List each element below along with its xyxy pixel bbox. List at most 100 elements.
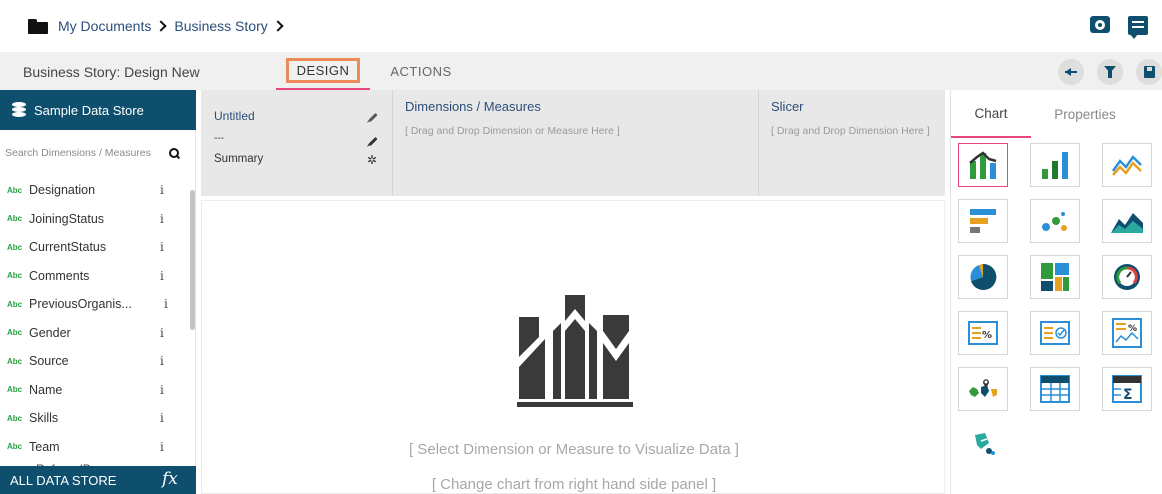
story-toolbar: Business Story: Design New DESIGN ACTION… [0,52,1162,91]
top-actions [1090,16,1148,39]
gear-icon[interactable]: ✲ [367,154,377,166]
tab-design-label: DESIGN [285,57,361,83]
chart-title[interactable]: Untitled [214,109,255,123]
message-icon[interactable] [1128,16,1148,39]
text-type-badge: Abc [7,299,23,309]
canvas-message-change: [ Change chart from right hand side pane… [431,476,717,493]
summary-label: Summary [214,153,264,165]
chart-canvas: [ Select Dimension or Measure to Visuali… [201,200,945,494]
filter-icon[interactable] [1097,59,1123,85]
slicer-drop-zone[interactable]: Slicer [ Drag and Drop Dimension Here ] [759,90,945,196]
info-icon[interactable]: i [160,411,164,425]
database-icon [12,102,26,118]
tab-actions[interactable]: ACTIONS [378,52,464,90]
tab-design[interactable]: DESIGN [276,52,370,90]
text-type-badge: Abc [7,442,23,452]
text-type-badge: Abc [7,328,23,338]
svg-text:%: % [982,330,992,341]
list-item[interactable]: Abc Designation i [0,176,190,205]
dimensions-title: Dimensions / Measures [405,99,541,114]
info-icon[interactable]: i [160,440,164,454]
save-icon[interactable] [1136,59,1162,85]
table-chart-icon[interactable] [1030,367,1080,411]
list-item[interactable]: Abc Skills i [0,404,190,433]
chart-config-strip: Untitled --- Summary ✲ Dimensions / Meas… [201,90,945,196]
info-icon[interactable]: i [160,183,164,197]
dimensions-drop-zone[interactable]: Dimensions / Measures [ Drag and Drop Di… [393,90,759,196]
kpi-percent-chart-icon[interactable]: % [958,311,1008,355]
list-item[interactable]: Abc Source i [0,347,190,376]
custom-chart-icon[interactable] [958,423,1008,467]
scrollbar-thumb[interactable] [190,190,195,330]
scatter-chart-icon[interactable] [1030,199,1080,243]
list-item[interactable]: Abc CurrentStatus i [0,233,190,262]
all-data-store-label: ALL DATA STORE [10,472,117,488]
info-icon[interactable]: i [164,297,168,311]
slicer-title: Slicer [771,99,804,114]
breadcrumb-my-documents[interactable]: My Documents [58,18,151,34]
field-name: Comments [29,268,90,283]
field-name: Source [29,354,69,369]
text-type-badge: Abc [7,271,23,281]
search-icon[interactable] [169,147,180,159]
line-chart-icon[interactable] [1102,143,1152,187]
gauge-chart-icon[interactable] [1102,255,1152,299]
field-name: Team [29,439,60,454]
data-store-name: Sample Data Store [34,102,144,118]
chevron-right-icon [155,20,168,32]
formula-fx-icon[interactable]: fx [162,469,178,489]
story-actions [1058,59,1162,85]
field-name: Skills [29,411,59,426]
horizontal-bar-chart-icon[interactable] [958,199,1008,243]
edit-title-pencil-icon[interactable] [368,112,378,123]
bar-chart-icon[interactable] [1030,143,1080,187]
field-name: PreviousOrganis... [29,297,132,312]
list-item[interactable]: Abc Comments i [0,262,190,291]
folder-icon[interactable] [28,18,48,34]
list-item[interactable]: Abc PreviousOrganis... i [0,290,190,319]
search-input[interactable] [5,147,168,159]
combination-chart-icon[interactable] [958,143,1008,187]
kpi-target-chart-icon[interactable] [1030,311,1080,355]
camera-icon[interactable] [1090,16,1110,33]
info-icon[interactable]: i [160,383,164,397]
text-type-badge: Abc [7,242,23,252]
story-title: Business Story: Design New [23,64,200,80]
treemap-chart-icon[interactable] [1030,255,1080,299]
tab-chart[interactable]: Chart [951,90,1031,138]
data-store-header[interactable]: Sample Data Store [0,90,196,130]
back-arrow-icon[interactable] [1058,59,1084,85]
data-sidebar: Sample Data Store Abc Designation i Abc Joi… [0,90,196,494]
list-item[interactable]: Abc Gender i [0,319,190,348]
text-type-badge: Abc [7,385,23,395]
list-item[interactable]: Abc Name i [0,376,190,405]
field-name: Name [29,382,63,397]
field-name: JoiningStatus [29,211,105,226]
list-item[interactable]: Abc JoiningStatus i [0,205,190,234]
field-name: CurrentStatus [29,240,107,255]
pivot-table-chart-icon[interactable]: Σ [1102,367,1152,411]
breadcrumb-business-story[interactable]: Business Story [174,18,267,34]
kpi-trend-chart-icon[interactable]: % [1102,311,1152,355]
chart-picker-panel: Chart Properties % % Σ [950,90,1162,494]
info-icon[interactable]: i [160,240,164,254]
text-type-badge: Abc [7,413,23,423]
info-icon[interactable]: i [160,269,164,283]
list-item[interactable]: Abc Team i [0,433,190,462]
text-type-badge: Abc [7,214,23,224]
map-chart-icon[interactable] [958,367,1008,411]
edit-subtitle-pencil-icon[interactable] [368,136,378,147]
info-icon[interactable]: i [160,212,164,226]
tab-properties[interactable]: Properties [1035,90,1135,138]
search-row [0,142,196,164]
info-icon[interactable]: i [160,354,164,368]
dimensions-hint: [ Drag and Drop Dimension or Measure Her… [405,125,620,137]
text-type-badge: Abc [7,185,23,195]
info-icon[interactable]: i [160,326,164,340]
area-chart-icon[interactable] [1102,199,1152,243]
tab-actions-label: ACTIONS [390,63,452,79]
chart-title-section: Untitled --- Summary ✲ [201,90,393,196]
chart-subtitle[interactable]: --- [214,133,224,144]
all-data-store-button[interactable]: ALL DATA STORE fx [0,466,196,494]
pie-chart-icon[interactable] [958,255,1008,299]
